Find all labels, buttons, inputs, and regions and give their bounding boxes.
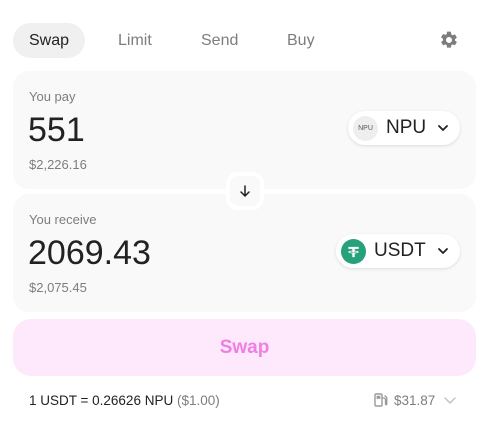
pay-token-selector[interactable]: NPU NPU bbox=[348, 111, 460, 145]
tab-limit[interactable]: Limit bbox=[118, 23, 152, 58]
switch-direction-button[interactable] bbox=[226, 172, 264, 210]
exchange-rate-usd: ($1.00) bbox=[176, 393, 220, 408]
npu-token-icon: NPU bbox=[353, 115, 378, 141]
pay-fiat-value: $2,226.16 bbox=[29, 157, 87, 172]
gear-icon[interactable] bbox=[439, 30, 459, 50]
receive-fiat-value: $2,075.45 bbox=[29, 280, 87, 295]
exchange-rate-text: 1 USDT = 0.26626 NPU bbox=[29, 393, 174, 408]
arrow-down-icon bbox=[240, 185, 250, 197]
gas-fee-toggle[interactable]: $31.87 bbox=[373, 392, 457, 408]
swap-button[interactable]: Swap bbox=[13, 319, 476, 376]
receive-token-symbol: USDT bbox=[374, 240, 426, 261]
tab-send[interactable]: Send bbox=[201, 23, 238, 58]
gas-pump-icon bbox=[374, 393, 388, 407]
receive-amount-input[interactable]: 2069.43 bbox=[28, 234, 151, 273]
tab-buy[interactable]: Buy bbox=[287, 23, 315, 58]
exchange-rate[interactable]: 1 USDT = 0.26626 NPU ($1.00) bbox=[29, 393, 220, 408]
chevron-down-icon bbox=[438, 248, 448, 254]
receive-label: You receive bbox=[29, 212, 97, 227]
chevron-down-icon bbox=[444, 397, 457, 404]
receive-token-selector[interactable]: USDT bbox=[336, 234, 460, 268]
pay-token-symbol: NPU bbox=[386, 117, 427, 138]
chevron-down-icon bbox=[438, 125, 448, 131]
receive-panel: You receive 2069.43 $2,075.45 USDT bbox=[13, 194, 476, 312]
pay-amount-input[interactable]: 551 bbox=[28, 111, 85, 150]
tab-swap[interactable]: Swap bbox=[13, 23, 86, 58]
gas-fee-value: $31.87 bbox=[394, 392, 436, 408]
pay-label: You pay bbox=[29, 89, 76, 104]
tether-icon bbox=[341, 238, 366, 264]
swap-tabs: Swap Limit Send Buy bbox=[13, 23, 485, 59]
